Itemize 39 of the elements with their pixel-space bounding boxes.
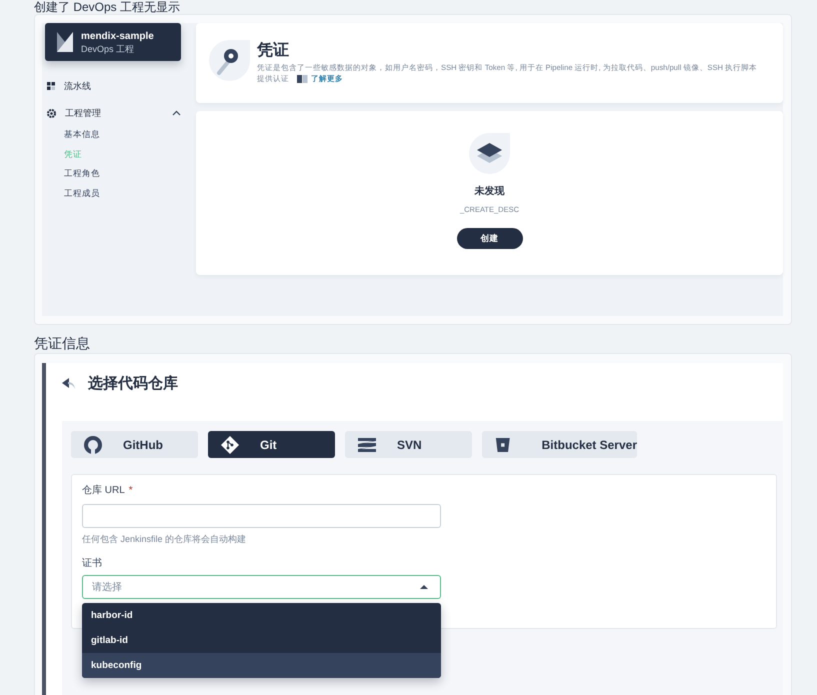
field-label: 仓库 URL * [82, 485, 134, 497]
certificate-select[interactable]: 请选择 [82, 575, 441, 599]
repo-tab[interactable]: SVN [345, 431, 472, 458]
chevron-icon [172, 110, 181, 116]
field-label: 证书 [82, 558, 103, 570]
url-input-field[interactable] [82, 504, 441, 528]
github-icon [84, 436, 102, 454]
project-subtitle: DevOps 工程 [81, 42, 136, 54]
project-logo-icon [57, 32, 73, 52]
repo-tab[interactable]: Git [208, 431, 335, 458]
sidebar-subitem[interactable]: 工程角色 [64, 168, 195, 179]
project-name: mendix-sample [81, 30, 154, 42]
dropdown-option[interactable]: harbor-id [82, 603, 441, 628]
sidebar-subitem[interactable]: 工程成员 [64, 188, 195, 198]
layers-icon [469, 133, 510, 174]
grid-icon [47, 82, 55, 90]
caption: 凭证信息 [34, 335, 91, 351]
bucket-icon [495, 436, 511, 454]
repo-tab[interactable]: GitHub [71, 431, 198, 458]
gear-icon [47, 108, 56, 118]
stripes-icon [358, 436, 376, 454]
repo-tab[interactable]: Bitbucket Server [482, 431, 637, 458]
sidebar-item[interactable]: 流水线 [47, 79, 195, 93]
sidebar-item[interactable]: 工程管理 [47, 106, 195, 120]
field-hint: 任何包含 Jenkinsfile 的仓库将会自动构建 [82, 533, 248, 545]
empty-title: 未发现 [474, 186, 504, 198]
dropdown-option[interactable]: gitlab-id [82, 628, 441, 653]
back-icon [62, 378, 76, 388]
panel-title: 选择代码仓库 [88, 374, 178, 392]
page-title: 凭证 [257, 41, 290, 61]
caret-icon [420, 584, 428, 590]
dropdown-option[interactable]: kubeconfig [82, 653, 441, 678]
sidebar-subitem[interactable]: 基本信息 [64, 129, 195, 140]
diamond-branch-icon [221, 436, 239, 454]
create-button[interactable]: 创建 [456, 228, 522, 249]
project-card[interactable]: mendix-sample DevOps 工程 [45, 23, 181, 61]
book-icon [297, 75, 308, 83]
key-icon [209, 40, 250, 81]
caption: 创建了 DevOps 工程无显示 [34, 0, 182, 14]
